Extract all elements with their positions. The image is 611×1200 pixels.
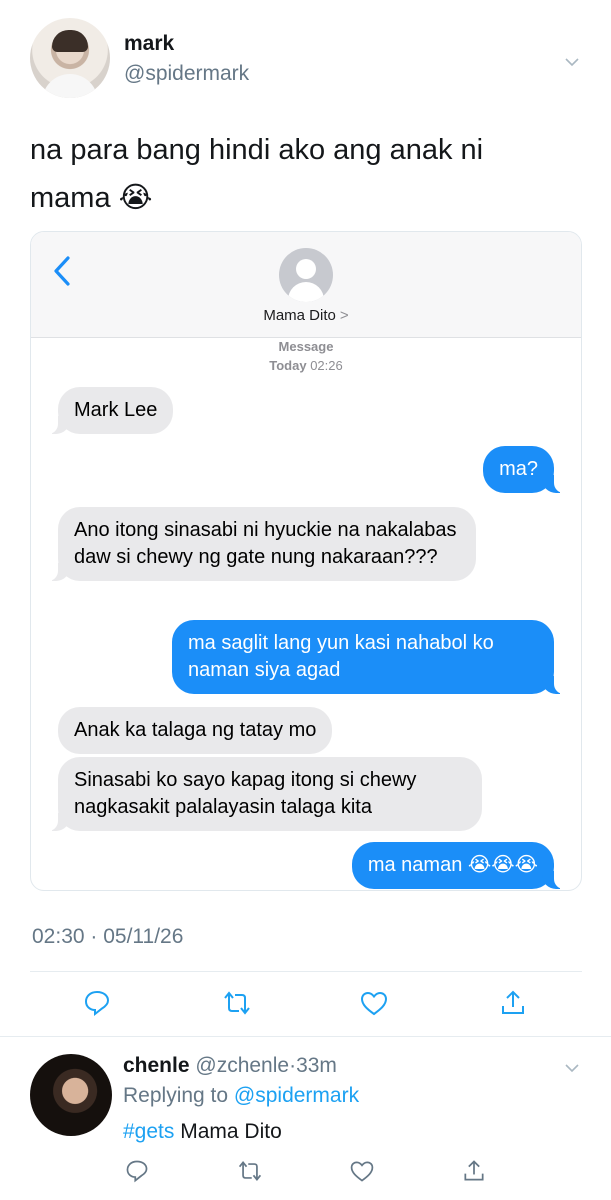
tweet-timestamp[interactable]: 02:30 · 05/11/26 <box>32 925 183 949</box>
author-handle[interactable]: @spidermark <box>124 62 249 86</box>
reply-header: chenle @zchenle·33m <box>123 1054 337 1078</box>
reply-author-name[interactable]: chenle <box>123 1054 190 1077</box>
avatar-hair <box>52 30 88 52</box>
author-name[interactable]: mark <box>124 32 174 56</box>
author-avatar[interactable] <box>30 18 110 98</box>
message-clock: 02:26 <box>310 358 343 373</box>
share-icon[interactable] <box>498 988 528 1018</box>
contact-avatar-body <box>288 282 324 302</box>
contact-name-text: Mama Dito <box>263 307 336 324</box>
chevron-down-icon[interactable] <box>564 1060 580 1076</box>
chevron-down-icon[interactable] <box>564 54 580 70</box>
outgoing-bubble: ma naman 😭😭😭 <box>351 842 567 889</box>
replying-to-handle[interactable]: @spidermark <box>234 1084 359 1107</box>
contact-name[interactable]: Mama Dito > <box>31 307 581 324</box>
like-icon[interactable] <box>359 988 389 1018</box>
hashtag-link[interactable]: #gets <box>123 1120 174 1143</box>
incoming-bubble: Anak ka talaga ng tatay mo <box>58 707 333 754</box>
contact-avatar-icon[interactable] <box>279 248 333 302</box>
reply-tweet[interactable]: chenle @zchenle·33m Replying to @spiderm… <box>30 1052 590 1200</box>
reply-avatar[interactable] <box>30 1054 112 1136</box>
reply-author-handle[interactable]: @zchenle <box>195 1054 289 1077</box>
message-day: Today <box>269 358 307 373</box>
like-icon[interactable] <box>349 1158 375 1184</box>
avatar-shirt <box>42 74 98 98</box>
outgoing-bubble: ma? <box>483 446 566 493</box>
share-icon[interactable] <box>461 1158 487 1184</box>
tweet-header: mark @spidermark <box>30 18 590 100</box>
contact-chevron-icon: > <box>339 307 349 324</box>
retweet-icon[interactable] <box>237 1158 263 1184</box>
replying-to-prefix: Replying to <box>123 1084 229 1107</box>
divider <box>30 971 582 972</box>
reply-text: #gets Mama Dito <box>123 1120 282 1144</box>
section-divider <box>0 1036 611 1037</box>
retweet-icon[interactable] <box>222 988 252 1018</box>
service-label: Message <box>278 339 334 354</box>
incoming-bubble: Sinasabi ko sayo kapag itong si chewy na… <box>46 757 482 831</box>
imessage-header: Mama Dito > <box>31 232 581 338</box>
reply-body: Mama Dito <box>180 1120 282 1143</box>
contact-avatar-head <box>296 259 316 279</box>
incoming-bubble: Mark Lee <box>45 387 174 434</box>
reply-icon[interactable] <box>124 1158 150 1184</box>
message-time: Today 02:26 <box>31 358 581 373</box>
back-chevron-icon[interactable] <box>51 254 73 288</box>
incoming-bubble: Ano itong sinasabi ni hyuckie na nakalab… <box>46 507 476 581</box>
reply-icon[interactable] <box>82 988 112 1018</box>
tweet-text: na para bang hindi ako ang anak ni mama … <box>30 134 484 214</box>
attached-image-card[interactable]: Mama Dito > Message Today 02:26 Mark Lee … <box>30 231 582 891</box>
reply-age: 33m <box>296 1054 337 1077</box>
outgoing-bubble: ma saglit lang yun kasi nahabol ko naman… <box>172 620 566 694</box>
replying-to: Replying to @spidermark <box>123 1084 359 1108</box>
